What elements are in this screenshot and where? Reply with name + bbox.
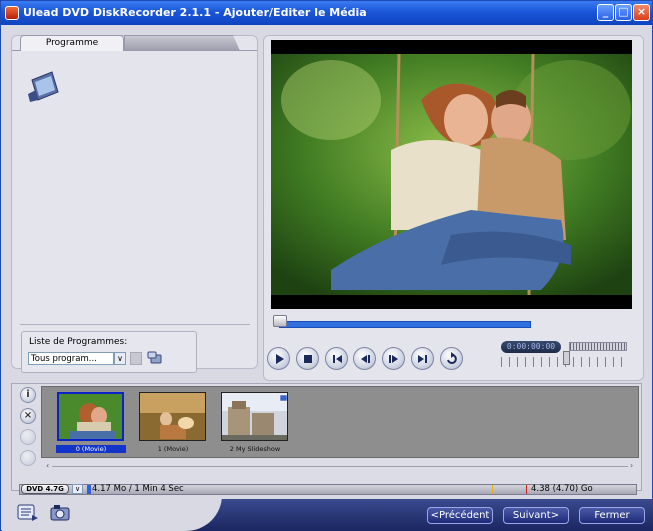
video-preview (271, 40, 632, 309)
play-icon (276, 354, 284, 364)
capture-settings-icon[interactable] (49, 503, 71, 523)
program-list-select[interactable]: Tous program... (28, 352, 114, 365)
storyboard-scrollbar[interactable]: ‹ › (46, 461, 634, 470)
scrubber-handle[interactable] (273, 315, 287, 327)
jog-slider-handle[interactable] (563, 351, 570, 365)
volume-slider[interactable] (569, 342, 627, 351)
previous-step-button[interactable]: <Précédent (427, 507, 493, 524)
scroll-left-icon[interactable]: ‹ (46, 461, 49, 470)
repeat-button[interactable] (440, 347, 463, 370)
storyboard-item-label: 2 My Slideshow (229, 445, 281, 453)
step-back-icon (361, 355, 370, 363)
step-back-button[interactable] (353, 347, 376, 370)
chevron-down-icon[interactable]: ∨ (72, 484, 83, 494)
storyboard-item-label: 1 (Movie) (157, 445, 189, 453)
chapter-button[interactable] (20, 450, 36, 466)
capacity-used-fill (87, 485, 91, 494)
stop-icon (304, 355, 312, 363)
minimize-button[interactable]: _ (597, 4, 614, 21)
program-list-disabled-button (130, 352, 142, 365)
edit-button[interactable] (20, 429, 36, 445)
capacity-used-text: 4.17 Mo / 1 Min 4 Sec (92, 484, 184, 494)
close-button[interactable]: Fermer (579, 507, 645, 524)
maximize-button[interactable]: □ (615, 4, 632, 21)
next-button[interactable] (411, 347, 434, 370)
timecode-display[interactable]: 0:00:00:00 (501, 341, 561, 353)
clip-thumbnail-image (140, 393, 205, 440)
step-forward-icon (389, 355, 398, 363)
clip-thumbnail-image (59, 394, 122, 439)
storyboard-thumbnails (41, 386, 639, 458)
program-list-group: Liste de Programmes: Tous program... ∨ (21, 331, 197, 373)
window-title: Ulead DVD DiskRecorder 2.1.1 - Ajouter/E… (23, 6, 367, 19)
next-step-button[interactable]: Suivant> (503, 507, 569, 524)
video-frame-image (271, 40, 632, 309)
storyboard-item-label: 0 (Movie) (56, 445, 126, 453)
storyboard-item[interactable] (57, 392, 124, 441)
capacity-limit-marker (526, 485, 527, 494)
previous-button[interactable] (325, 347, 348, 370)
tab-programme[interactable]: Programme (20, 35, 124, 51)
title-bar: Ulead DVD DiskRecorder 2.1.1 - Ajouter/E… (1, 1, 652, 25)
play-button[interactable] (267, 347, 290, 370)
step-forward-button[interactable] (382, 347, 405, 370)
slideshow-thumbnail-image (222, 393, 287, 440)
project-settings-icon[interactable] (17, 503, 39, 523)
capacity-warning-marker (492, 485, 493, 494)
disc-type-badge: DVD 4.7G (21, 484, 69, 494)
scroll-right-icon[interactable]: › (630, 461, 633, 470)
close-window-button[interactable]: × (633, 4, 650, 21)
program-panel: Programme (11, 35, 258, 369)
capacity-total-text: 4.38 (4.70) Go (531, 484, 593, 494)
timeline-scrubber[interactable] (279, 321, 531, 328)
repeat-icon (447, 352, 457, 364)
app-icon (5, 6, 19, 20)
storyboard-item[interactable] (221, 392, 288, 441)
storyboard-item[interactable] (139, 392, 206, 441)
skip-back-icon (333, 355, 342, 363)
media-clip-icon[interactable] (26, 70, 62, 104)
delete-button[interactable]: × (20, 408, 36, 424)
tab-secondary[interactable] (124, 35, 240, 51)
stop-button[interactable] (296, 347, 319, 370)
chevron-down-icon[interactable]: ∨ (114, 352, 126, 365)
program-settings-icon[interactable] (147, 350, 163, 366)
program-list-label: Liste de Programmes: (29, 337, 128, 347)
info-button[interactable]: i (20, 387, 36, 403)
app-window: Ulead DVD DiskRecorder 2.1.1 - Ajouter/E… (0, 0, 653, 531)
skip-forward-icon (418, 355, 427, 363)
